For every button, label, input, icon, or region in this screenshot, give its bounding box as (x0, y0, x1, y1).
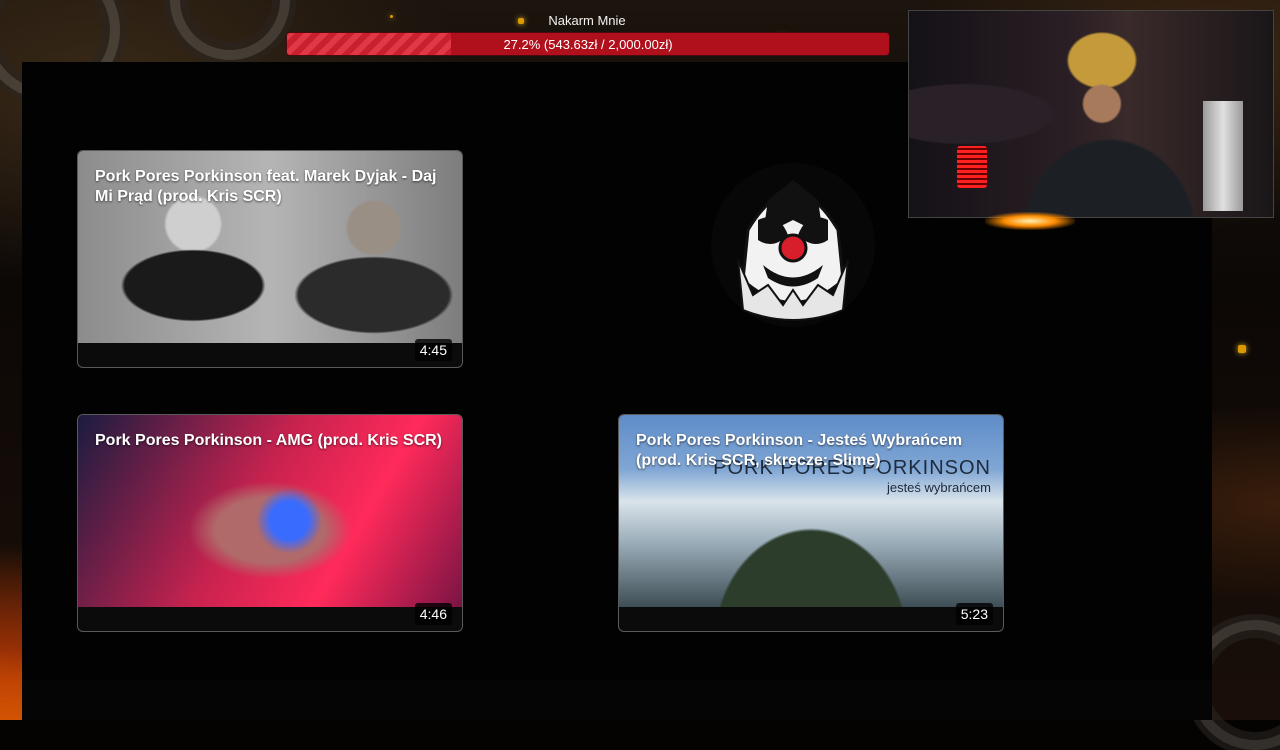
ember-particle (1238, 345, 1246, 353)
thumbnail-text-line2: jesteś wybrańcem (886, 480, 991, 495)
stage-bottom-strip (22, 680, 1212, 720)
goal-title: Nakarm Mnie (548, 13, 626, 28)
webcam-red-lamp (957, 146, 987, 188)
video-title: Pork Pores Porkinson - AMG (prod. Kris S… (95, 432, 443, 449)
goal-progress-bar: 27.2% (543.63zł / 2,000.00zł) (287, 33, 889, 55)
video-duration: 5:23 (955, 603, 993, 625)
fire-glow (985, 212, 1075, 230)
webcam-feed (908, 10, 1274, 218)
clown-face-icon (711, 163, 875, 327)
webcam-background-pillar (1203, 101, 1243, 211)
video-title: Pork Pores Porkinson - Jesteś Wybrańcem … (636, 432, 963, 469)
video-card[interactable]: Pork Pores Porkinson feat. Marek Dyjak -… (77, 150, 463, 368)
video-duration: 4:45 (414, 339, 452, 361)
goal-progress-text: 27.2% (543.63zł / 2,000.00zł) (503, 37, 673, 52)
video-duration: 4:46 (414, 603, 452, 625)
video-card[interactable]: PORK PORES PORKINSON jesteś wybrańcem Po… (618, 414, 1004, 632)
video-card[interactable]: Pork Pores Porkinson - AMG (prod. Kris S… (77, 414, 463, 632)
video-title: Pork Pores Porkinson feat. Marek Dyjak -… (95, 168, 437, 205)
